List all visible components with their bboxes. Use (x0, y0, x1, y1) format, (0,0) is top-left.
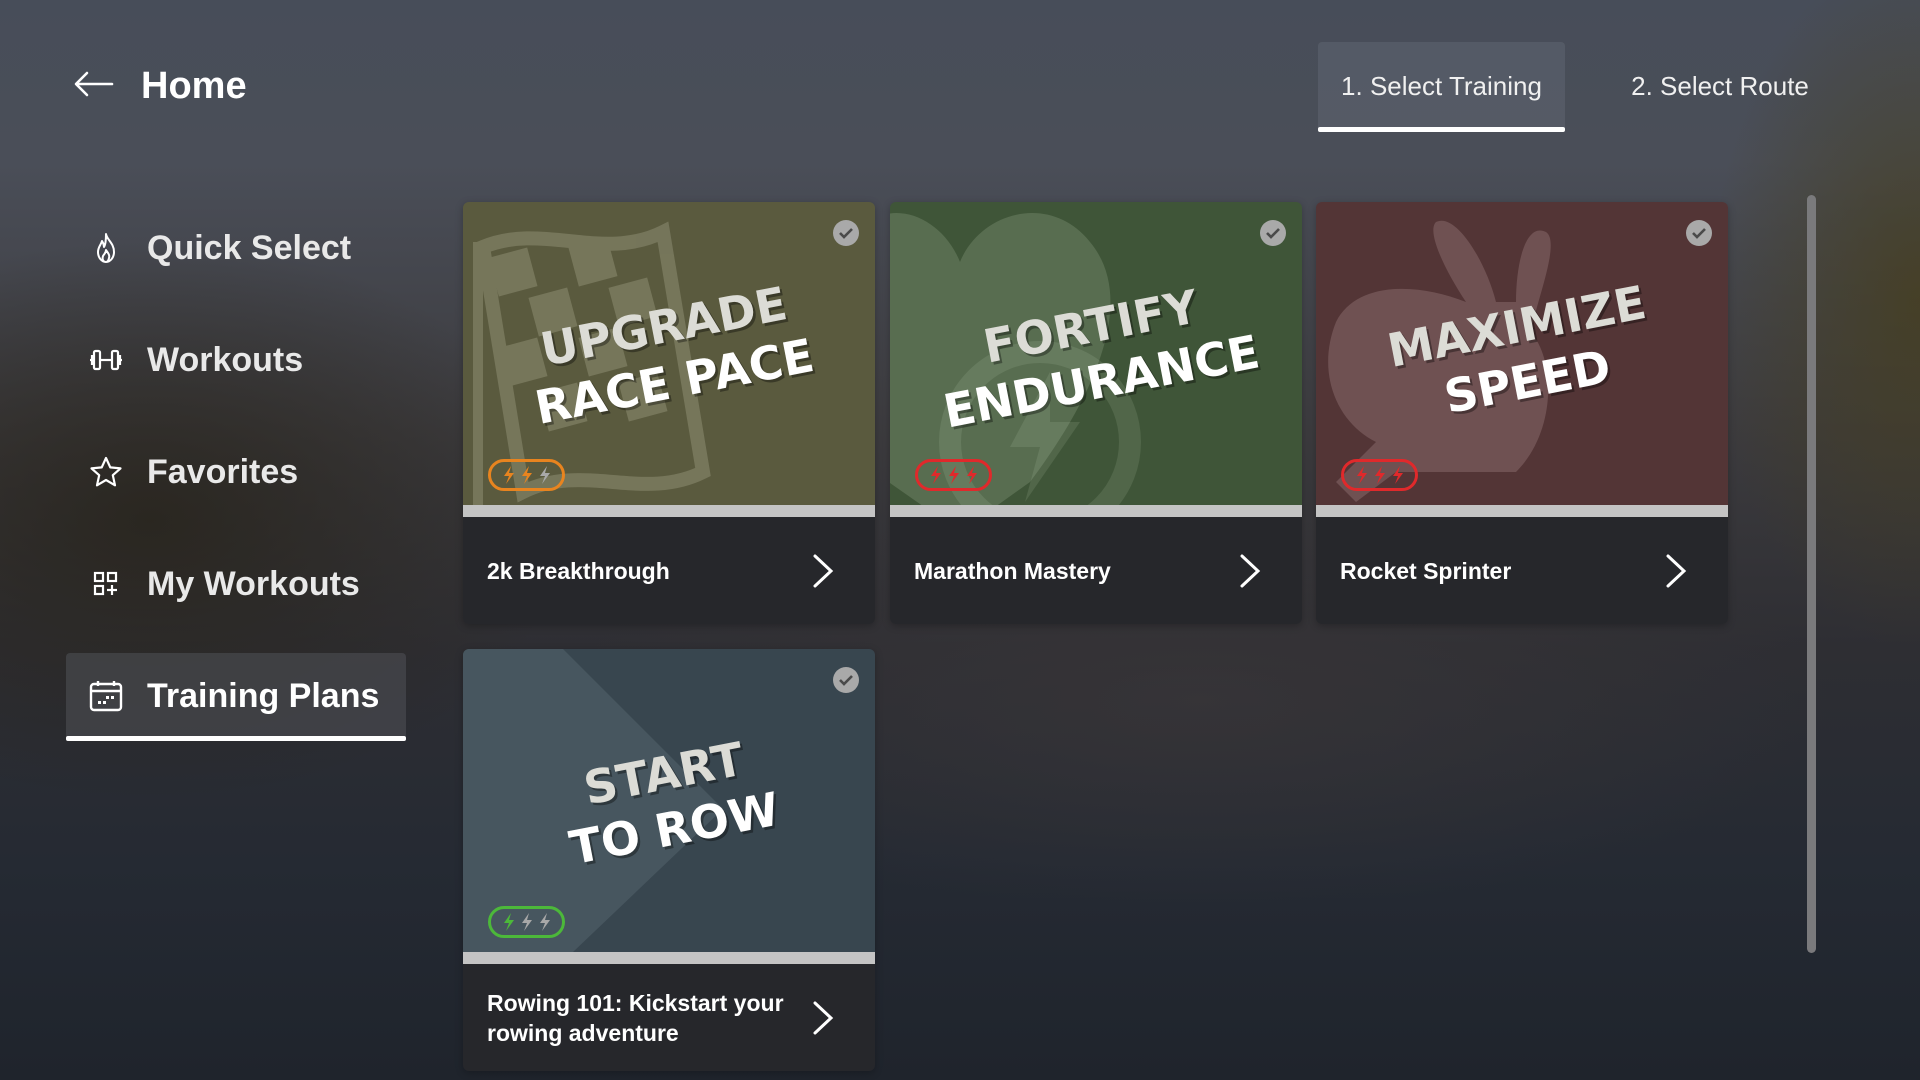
intensity-badge (488, 906, 565, 938)
plan-name: Marathon Mastery (914, 557, 1111, 584)
arrow-left-icon (74, 71, 114, 97)
page-title: Home (141, 65, 247, 107)
plan-artwork: UPGRADE RACE PACE (463, 202, 875, 505)
sidebar-item-training-plans[interactable]: Training Plans (66, 653, 406, 741)
plan-artwork: FORTIFY ENDURANCE (890, 202, 1302, 505)
progress-bar (463, 952, 875, 964)
sidebar-item-label: Quick Select (147, 228, 352, 267)
sidebar-item-workouts[interactable]: Workouts (66, 317, 406, 403)
progress-bar (1316, 505, 1728, 517)
bolt-active-icon (1392, 466, 1403, 484)
completed-check-icon (1686, 220, 1712, 246)
chevron-right-icon[interactable] (1238, 553, 1262, 589)
bolt-active-icon (966, 466, 977, 484)
sidebar-item-label: My Workouts (147, 564, 360, 603)
bolt-inactive-icon (539, 466, 550, 484)
bolt-active-icon (1374, 466, 1385, 484)
completed-check-icon (833, 220, 859, 246)
tab-select-training[interactable]: 1. Select Training (1318, 42, 1565, 132)
calendar-icon (86, 676, 126, 716)
progress-bar (463, 505, 875, 517)
tab-label: 2. Select Route (1631, 71, 1809, 101)
plan-footer: Rowing 101: Kickstart your rowing advent… (463, 964, 875, 1071)
scrollbar[interactable] (1807, 195, 1816, 953)
sidebar-item-label: Favorites (147, 452, 299, 491)
flame-icon (86, 228, 126, 268)
plan-artwork: START TO ROW (463, 649, 875, 952)
sidebar-item-my-workouts[interactable]: My Workouts (66, 541, 406, 627)
bolt-inactive-icon (539, 913, 550, 931)
plan-name: 2k Breakthrough (487, 557, 670, 584)
completed-check-icon (1260, 220, 1286, 246)
sidebar-item-label: Workouts (147, 340, 304, 379)
bolt-active-icon (503, 913, 514, 931)
plan-footer: Marathon Mastery (890, 517, 1302, 624)
plan-artwork: MAXIMIZE SPEED (1316, 202, 1728, 505)
back-button[interactable] (72, 62, 116, 106)
plan-name: Rowing 101: Kickstart your rowing advent… (487, 989, 784, 1046)
plan-card-marathon-mastery[interactable]: FORTIFY ENDURANCE Marathon Mastery (890, 202, 1302, 624)
tab-label: 1. Select Training (1341, 71, 1542, 101)
intensity-badge (488, 459, 565, 491)
sidebar-item-quick-select[interactable]: Quick Select (66, 205, 406, 291)
bolt-active-icon (930, 466, 941, 484)
sidebar-item-favorites[interactable]: Favorites (66, 429, 406, 515)
chevron-right-icon[interactable] (1664, 553, 1688, 589)
plan-card-2k-breakthrough[interactable]: UPGRADE RACE PACE 2k Breakthrough (463, 202, 875, 624)
bolt-active-icon (948, 466, 959, 484)
grid-plus-icon (86, 564, 126, 604)
chevron-right-icon[interactable] (811, 1000, 835, 1036)
bolt-active-icon (503, 466, 514, 484)
intensity-badge (915, 459, 992, 491)
plan-card-rocket-sprinter[interactable]: MAXIMIZE SPEED Rocket Sprinter (1316, 202, 1728, 624)
plan-card-rowing-101[interactable]: START TO ROW Rowing 101: Kickstart your … (463, 649, 875, 1071)
tab-select-route[interactable]: 2. Select Route (1610, 42, 1830, 130)
bolt-active-icon (1356, 466, 1367, 484)
plan-name: Rocket Sprinter (1340, 557, 1512, 584)
dumbbell-icon (86, 340, 126, 380)
progress-bar (890, 505, 1302, 517)
plan-footer: 2k Breakthrough (463, 517, 875, 624)
intensity-badge (1341, 459, 1418, 491)
bolt-inactive-icon (521, 913, 532, 931)
bolt-active-icon (521, 466, 532, 484)
sidebar-item-label: Training Plans (147, 676, 380, 715)
chevron-right-icon[interactable] (811, 553, 835, 589)
plan-footer: Rocket Sprinter (1316, 517, 1728, 624)
completed-check-icon (833, 667, 859, 693)
star-icon (86, 452, 126, 492)
